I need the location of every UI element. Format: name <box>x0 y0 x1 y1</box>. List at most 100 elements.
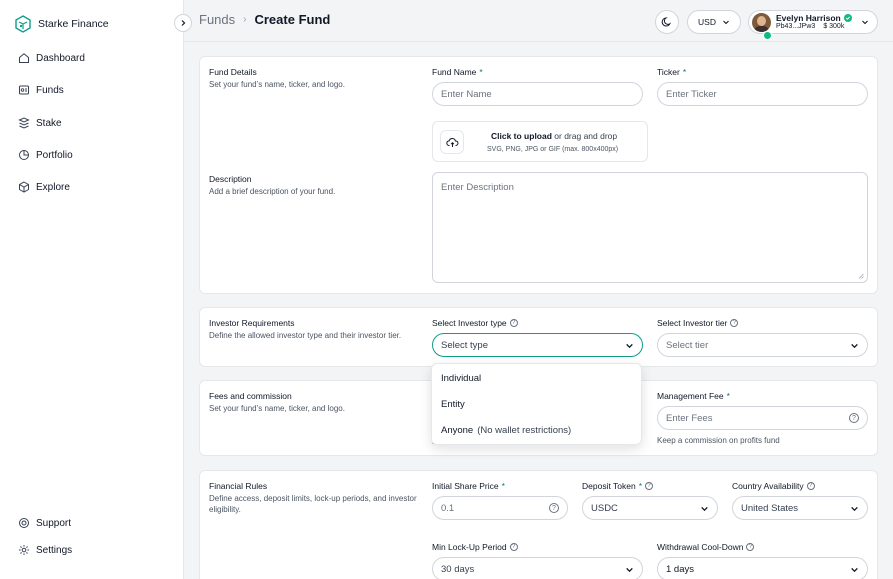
portfolio-icon <box>19 150 29 160</box>
gear-icon <box>19 545 29 555</box>
sidebar-item-label: Stake <box>36 117 62 129</box>
sidebar-item-label: Funds <box>36 84 64 96</box>
explore-icon <box>19 181 29 193</box>
wallet-address: Pb43...JPw3 <box>776 22 816 30</box>
section-description: Define the allowed investor type and the… <box>209 331 402 340</box>
section-title: Fund Details <box>209 67 257 77</box>
brand-logo-icon <box>15 15 31 33</box>
deposit-token-label: Deposit Token *? <box>582 481 654 491</box>
lockup-label: Min Lock-Up Period? <box>432 542 518 552</box>
section-description: Set your fund’s name, ticker, and logo. <box>209 80 345 89</box>
investor-requirements-card: Investor Requirements Define the allowed… <box>199 307 878 367</box>
fund-name-label: Fund Name * <box>432 67 483 77</box>
chevron-down-icon <box>851 343 858 348</box>
currency-select[interactable]: USD <box>687 10 741 34</box>
fund-name-input[interactable]: Enter Name <box>432 82 643 106</box>
section-title: Investor Requirements <box>209 318 295 328</box>
moon-icon <box>661 17 672 27</box>
dropdown-option-entity[interactable]: Entity <box>441 399 465 410</box>
support-icon <box>19 518 29 528</box>
description-help: Add a brief description of your fund. <box>209 187 336 196</box>
investor-type-dropdown: Individual Entity Anyone (No wallet restr… <box>431 363 642 445</box>
currency-value: USD <box>698 17 716 27</box>
sidebar-item-label: Explore <box>36 181 70 193</box>
upload-hint: SVG, PNG, JPG or GIF (max. 800x400px) <box>487 146 619 153</box>
country-label: Country Availability? <box>732 481 815 491</box>
lockup-select[interactable]: 30 days <box>432 557 643 579</box>
chevron-down-icon <box>851 567 858 572</box>
upload-instruction: Click to upload or drag and drop <box>491 131 618 141</box>
chevron-right-icon <box>181 20 186 26</box>
financial-rules-card: Financial Rules Define access, deposit l… <box>199 470 878 579</box>
deposit-token-select[interactable]: USDC <box>582 496 718 520</box>
cooldown-select[interactable]: 1 days <box>657 557 868 579</box>
sidebar-collapse-button[interactable] <box>174 14 192 32</box>
upload-cloud-icon <box>440 130 464 154</box>
section-title: Fees and commission <box>209 391 292 401</box>
management-fee-helper: Keep a commission on profits fund <box>657 436 780 445</box>
dropdown-option-anyone[interactable]: Anyone (No wallet restrictions) <box>441 425 571 436</box>
sidebar-item-explore[interactable]: Explore <box>18 181 70 193</box>
sidebar-item-label: Portfolio <box>36 149 73 161</box>
info-icon: ? <box>806 482 815 490</box>
management-fee-label: Management Fee * <box>657 391 730 401</box>
click-to-upload-link[interactable]: Click to upload <box>491 131 552 141</box>
share-price-input[interactable]: 0.1 ? <box>432 496 568 520</box>
resize-handle-icon[interactable] <box>858 273 864 279</box>
help-icon: ? <box>549 503 559 513</box>
chevron-down-icon <box>626 343 633 348</box>
main-content: Funds › Create Fund USD Evelyn Harrison <box>184 0 893 579</box>
chevron-down-icon <box>723 20 729 25</box>
chevron-down-icon <box>851 506 858 511</box>
sidebar-item-label: Settings <box>36 544 73 556</box>
investor-tier-label: Select Investor tier? <box>657 318 739 328</box>
info-icon: ? <box>645 482 654 490</box>
network-badge-icon <box>763 31 772 40</box>
sidebar-item-stake[interactable]: Stake <box>18 117 62 129</box>
chevron-down-icon <box>862 20 868 25</box>
section-description: Define access, deposit limits, lock-up p… <box>209 494 417 515</box>
sidebar-item-funds[interactable]: Funds <box>18 84 64 96</box>
user-info: Evelyn Harrison Pb43...JPw3 $ 300k <box>776 12 852 30</box>
sidebar: Starke Finance Dashboard Funds Stake Por… <box>0 0 184 579</box>
investor-tier-select[interactable]: Select tier <box>657 333 868 357</box>
chevron-down-icon <box>701 506 708 511</box>
user-menu[interactable]: Evelyn Harrison Pb43...JPw3 $ 300k <box>748 10 878 40</box>
brand[interactable]: Starke Finance <box>14 15 109 33</box>
ticker-label: Ticker * <box>657 67 687 77</box>
country-select[interactable]: United States <box>732 496 868 520</box>
ticker-input[interactable]: Enter Ticker <box>657 82 868 106</box>
stake-icon <box>18 117 30 129</box>
management-fee-input[interactable]: Enter Fees ? <box>657 406 868 430</box>
brand-name: Starke Finance <box>38 18 109 30</box>
theme-toggle-button[interactable] <box>655 10 679 34</box>
funds-icon <box>19 85 29 95</box>
breadcrumb-separator: › <box>243 14 247 25</box>
section-title: Financial Rules <box>209 481 268 491</box>
cooldown-label: Withdrawal Cool-Down? <box>657 542 755 552</box>
sidebar-item-label: Support <box>36 517 72 529</box>
wallet-balance: $ 300k <box>823 22 845 30</box>
sidebar-item-support[interactable]: Support <box>18 517 71 529</box>
verified-icon <box>843 14 852 23</box>
sidebar-item-settings[interactable]: Settings <box>18 544 72 556</box>
description-textarea[interactable]: Enter Description <box>432 172 868 283</box>
investor-type-select[interactable]: Select type <box>432 333 643 357</box>
chevron-down-icon <box>626 567 633 572</box>
dropdown-option-individual[interactable]: Individual <box>441 373 481 384</box>
info-icon: ? <box>509 543 518 551</box>
logo-upload-dropzone[interactable]: Click to upload or drag and drop SVG, PN… <box>432 121 648 162</box>
section-description: Set your fund’s name, ticker, and logo. <box>209 404 345 413</box>
info-icon: ? <box>746 543 755 551</box>
user-name: Evelyn Harrison <box>776 12 841 23</box>
info-icon: ? <box>509 319 518 327</box>
sidebar-item-portfolio[interactable]: Portfolio <box>18 149 73 161</box>
info-icon: ? <box>730 319 739 327</box>
help-icon: ? <box>849 413 859 423</box>
sidebar-item-label: Dashboard <box>36 52 85 64</box>
breadcrumb-funds-link[interactable]: Funds <box>199 12 235 27</box>
sidebar-item-dashboard[interactable]: Dashboard <box>18 52 85 64</box>
breadcrumb: Funds › Create Fund <box>199 12 330 27</box>
home-icon <box>19 53 29 63</box>
avatar <box>752 12 771 32</box>
